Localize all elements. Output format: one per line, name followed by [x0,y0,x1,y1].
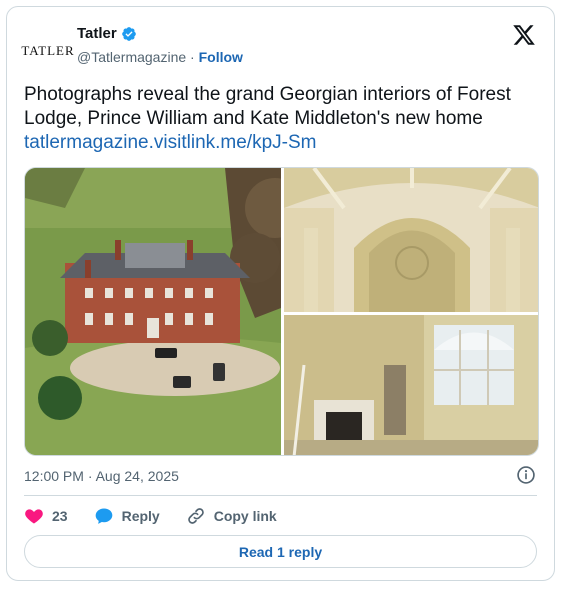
divider [24,495,537,496]
tweet-card: TATLER Tatler @Tatlermagazine · Follow P… [6,6,555,581]
arched-ceiling-interior-photo[interactable] [284,168,538,312]
author-handle[interactable]: @Tatlermagazine [77,49,186,65]
heart-icon [25,509,43,524]
copy-link-button[interactable]: Copy link [186,506,277,526]
tweet-body: Photographs reveal the grand Georgian in… [24,84,511,129]
tweet-link[interactable]: tatlermagazine.visitlink.me/kpJ-Sm [24,131,544,155]
aerial-house-photo[interactable] [25,168,281,455]
read-replies-button[interactable]: Read 1 reply [24,535,537,568]
author-name-row: Tatler [77,25,137,42]
separator-dot: · [190,49,195,65]
x-logo-icon[interactable] [512,23,536,47]
info-icon[interactable] [516,465,536,485]
copy-link-label: Copy link [213,508,277,524]
reply-button[interactable]: Reply [94,506,160,526]
media-grid [24,167,539,456]
reply-bubble-icon [95,508,112,524]
author-name[interactable]: Tatler [77,25,117,42]
like-count: 23 [52,508,68,524]
tweet-text: Photographs reveal the grand Georgian in… [24,83,544,155]
author-handle-row: @Tatlermagazine · Follow [77,49,243,65]
action-bar: 23 Reply Copy link [24,506,303,526]
follow-button[interactable]: Follow [199,49,243,65]
fireplace-window-interior-photo[interactable] [284,315,538,455]
reply-label: Reply [121,508,160,524]
link-icon [187,508,204,524]
avatar-logo-text: TATLER [21,43,75,58]
like-button[interactable]: 23 [24,506,68,526]
tweet-timestamp[interactable]: 12:00 PM · Aug 24, 2025 [24,468,179,484]
verified-badge-icon [121,26,136,41]
avatar[interactable]: TATLER [21,27,75,75]
